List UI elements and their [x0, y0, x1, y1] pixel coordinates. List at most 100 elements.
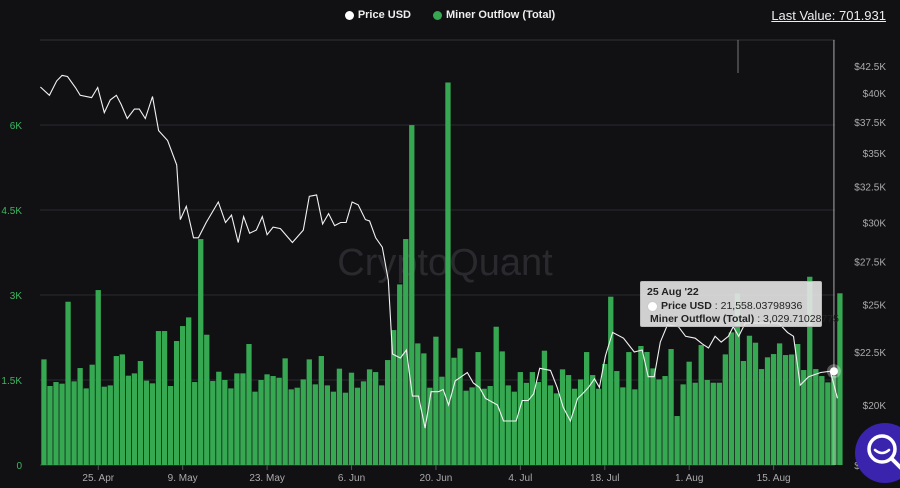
bar	[752, 342, 759, 465]
bar	[59, 383, 65, 465]
bar	[698, 345, 704, 465]
bar	[692, 382, 698, 465]
bar	[324, 385, 331, 465]
bar	[348, 372, 355, 465]
bar	[758, 369, 765, 465]
right-axis: $17.5K$20K$22.5K$25K$27.5K$30K$32.5K$35K…	[854, 62, 886, 472]
bar	[228, 388, 234, 465]
bar	[499, 351, 505, 465]
bar	[505, 385, 511, 465]
chart[interactable]: CryptoQuant 25. Apr 9. May 23. May 6. Jun 20…	[0, 0, 900, 488]
tooltip-price-row: Price USD: 21,558.03798936	[647, 300, 815, 314]
right-tick-label: $40K	[863, 89, 887, 100]
bar	[216, 371, 222, 465]
bar	[481, 388, 487, 465]
bar	[487, 386, 493, 465]
bar	[590, 375, 596, 465]
bar	[252, 391, 258, 465]
bar	[125, 375, 132, 465]
bar	[547, 385, 554, 465]
bar	[451, 357, 457, 465]
bar	[77, 368, 83, 465]
bar	[674, 416, 680, 465]
bar	[342, 392, 349, 465]
bar	[626, 352, 632, 465]
bar	[656, 379, 662, 465]
bar	[541, 350, 548, 465]
tooltip-outflow-value: : 3,029.71028775	[757, 313, 839, 325]
search-button[interactable]	[855, 423, 900, 483]
bar	[270, 376, 276, 465]
bar	[246, 344, 252, 465]
bar	[131, 373, 138, 465]
bar	[596, 388, 602, 465]
bar	[397, 284, 403, 465]
left-tick-label: 1.5K	[1, 376, 22, 387]
bar	[264, 374, 270, 465]
bar	[529, 372, 536, 465]
left-tick-label: 0	[16, 461, 22, 472]
legend-item-price[interactable]: Price USD	[344, 9, 411, 21]
legend-label: Miner Outflow (Total)	[446, 9, 556, 21]
bar	[632, 389, 638, 465]
legend-item-outflow[interactable]: Miner Outflow (Total)	[433, 9, 555, 21]
bar	[173, 341, 180, 465]
bar	[680, 384, 686, 465]
bar	[662, 376, 668, 465]
left-tick-label: 3K	[10, 291, 23, 302]
bar	[198, 239, 204, 465]
bar	[192, 382, 198, 465]
tooltip-price-label: Price USD	[661, 299, 712, 312]
bar	[403, 239, 409, 465]
tooltip-outflow-row: Miner Outflow (Total): 3,029.71028775	[647, 313, 839, 327]
bar	[493, 326, 499, 465]
left-tick-label: 4.5K	[1, 206, 22, 217]
bar	[336, 368, 343, 465]
bar	[318, 356, 324, 465]
bar	[819, 376, 825, 465]
bar	[825, 382, 831, 465]
bar	[210, 381, 216, 465]
bar	[728, 332, 735, 465]
x-axis: 25. Apr 9. May 23. May 6. Jun 20. Jun 4. Jul 1…	[82, 465, 791, 484]
legend: Price USD Miner Outflow (Total)	[0, 9, 900, 21]
tooltip-outflow-label: Miner Outflow (Total)	[650, 313, 755, 325]
bar	[137, 361, 144, 465]
bar	[535, 382, 542, 465]
outflow-dot-icon	[433, 10, 443, 20]
bar	[294, 387, 300, 465]
x-tick-label: 18. Jul	[590, 473, 619, 484]
bar	[584, 352, 590, 465]
right-tick-label: $37.5K	[854, 118, 886, 129]
bar	[288, 389, 294, 465]
bar	[571, 388, 578, 465]
bar	[704, 380, 710, 465]
bar	[523, 382, 529, 465]
bar	[553, 393, 560, 465]
bar	[65, 301, 71, 465]
bar	[782, 355, 789, 465]
bar	[614, 371, 620, 465]
bar	[240, 373, 246, 465]
watermark: CryptoQuant	[337, 242, 553, 284]
bar	[511, 391, 517, 465]
bar	[409, 125, 415, 465]
hover-point	[829, 367, 838, 376]
left-tick-label: 6K	[10, 121, 23, 132]
right-tick-label: $22.5K	[854, 348, 886, 359]
bar	[433, 336, 439, 465]
bar	[517, 372, 523, 465]
right-tick-label: $25K	[863, 301, 887, 312]
bar	[312, 384, 318, 465]
bar	[668, 349, 674, 465]
bar	[608, 296, 614, 465]
bar	[167, 386, 174, 465]
bar	[113, 356, 119, 465]
x-tick-label: 23. May	[249, 473, 285, 484]
bar	[360, 381, 367, 465]
bar	[746, 335, 753, 465]
bar	[41, 359, 47, 465]
bar	[620, 387, 626, 465]
bar	[638, 346, 644, 465]
x-tick-label: 4. Jul	[508, 473, 532, 484]
